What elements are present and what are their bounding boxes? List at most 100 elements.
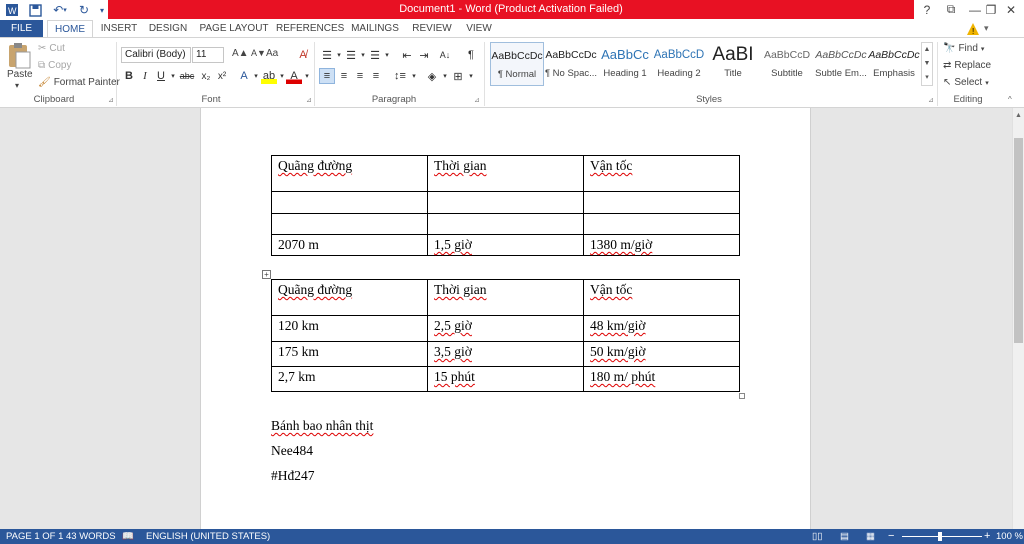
web-layout-icon[interactable]: ▦: [866, 529, 875, 544]
warning-icon[interactable]: !: [966, 22, 980, 36]
paste-icon[interactable]: [6, 42, 34, 70]
zoom-level[interactable]: 100 %: [996, 529, 1023, 544]
scroll-up-icon[interactable]: ▲: [1015, 112, 1022, 119]
table-cell[interactable]: 2,7 km: [271, 366, 428, 392]
table-cell[interactable]: 1,5 giờ: [427, 234, 584, 256]
paragraph-dialog-launcher-icon[interactable]: ⊿: [474, 96, 480, 104]
table-cell[interactable]: Quãng đường: [271, 279, 428, 316]
align-left-icon[interactable]: ≡: [319, 68, 335, 84]
strikethrough-icon[interactable]: abc: [179, 68, 195, 84]
table-move-handle-icon[interactable]: +: [262, 270, 271, 279]
table-1[interactable]: Quãng đường Thời gian Vận tốc 2070 m 1,5…: [271, 155, 740, 256]
style-no-spacing[interactable]: AaBbCcDc ¶ No Spac...: [544, 42, 598, 86]
table-cell[interactable]: Vận tốc: [583, 279, 740, 316]
font-name-combo[interactable]: Calibri (Body): [121, 47, 191, 63]
table-cell[interactable]: 2070 m: [271, 234, 428, 256]
tab-view[interactable]: VIEW: [462, 20, 496, 38]
line-spacing-dropdown-icon[interactable]: ▾: [406, 68, 422, 84]
multilevel-dropdown-icon[interactable]: ▾: [379, 47, 395, 63]
zoom-in-icon[interactable]: +: [984, 529, 990, 544]
style-heading-2[interactable]: AaBbCcD Heading 2: [652, 42, 706, 86]
style-title[interactable]: AaBI Title: [706, 42, 760, 86]
table-cell[interactable]: 50 km/giờ: [583, 341, 740, 367]
document-workspace[interactable]: Quãng đường Thời gian Vận tốc 2070 m 1,5…: [0, 108, 1012, 529]
change-case-button[interactable]: Aa: [266, 48, 278, 59]
increase-indent-icon[interactable]: ⇥: [416, 47, 432, 63]
table-cell[interactable]: Vận tốc: [583, 155, 740, 192]
table-cell[interactable]: 2,5 giờ: [427, 315, 584, 342]
collapse-ribbon-icon[interactable]: ^: [1008, 95, 1012, 104]
close-button[interactable]: ✕: [1000, 0, 1022, 19]
table-cell[interactable]: [271, 191, 428, 214]
shrink-font-button[interactable]: A▼: [251, 48, 266, 58]
table-cell[interactable]: [427, 191, 584, 214]
table-cell[interactable]: Quãng đường: [271, 155, 428, 192]
format-painter-button[interactable]: 🖌 Format Painter: [38, 77, 120, 88]
table-cell[interactable]: Thời gian: [427, 155, 584, 192]
chevron-down-icon[interactable]: ▾: [984, 23, 989, 34]
paste-dropdown-icon[interactable]: ▾: [15, 81, 19, 90]
show-formatting-marks-icon[interactable]: ¶: [463, 47, 479, 63]
table-cell[interactable]: [271, 213, 428, 235]
grow-font-button[interactable]: A▲: [232, 48, 249, 59]
help-button[interactable]: ?: [916, 0, 938, 19]
tab-page-layout[interactable]: PAGE LAYOUT: [198, 20, 270, 38]
customize-qat-icon[interactable]: ▾: [97, 2, 107, 18]
styles-dialog-launcher-icon[interactable]: ⊿: [928, 96, 934, 104]
table-cell[interactable]: 1380 m/giờ: [583, 234, 740, 256]
tab-review[interactable]: REVIEW: [410, 20, 454, 38]
language-status[interactable]: ENGLISH (UNITED STATES): [146, 529, 270, 544]
vertical-scrollbar[interactable]: ▲: [1012, 108, 1024, 529]
redo-icon[interactable]: ↻: [77, 2, 91, 18]
table-cell[interactable]: 48 km/giờ: [583, 315, 740, 342]
zoom-slider[interactable]: [902, 536, 982, 537]
style-normal[interactable]: AaBbCcDc ¶ Normal: [490, 42, 544, 86]
table-cell[interactable]: 15 phút: [427, 366, 584, 392]
font-color-dropdown-icon[interactable]: ▾: [299, 68, 315, 84]
style-heading-1[interactable]: AaBbCc Heading 1: [598, 42, 652, 86]
justify-icon[interactable]: ≡: [368, 68, 384, 84]
table-cell[interactable]: [583, 213, 740, 235]
table-cell[interactable]: [583, 191, 740, 214]
italic-icon[interactable]: I: [137, 68, 153, 84]
align-right-icon[interactable]: ≡: [352, 68, 368, 84]
decrease-indent-icon[interactable]: ⇤: [399, 47, 415, 63]
borders-dropdown-icon[interactable]: ▾: [463, 68, 479, 84]
proofing-icon[interactable]: 📖: [122, 529, 134, 544]
restore-button[interactable]: ❐: [980, 0, 1002, 19]
style-subtitle[interactable]: AaBbCcD Subtitle: [760, 42, 814, 86]
undo-icon[interactable]: ↶ ▾: [49, 2, 71, 18]
select-button[interactable]: ↖ Select ▾: [943, 77, 989, 88]
zoom-out-icon[interactable]: −: [888, 529, 894, 544]
paragraph[interactable]: #Hđ247: [271, 468, 315, 484]
page-count[interactable]: PAGE 1 OF 1: [6, 529, 63, 544]
paste-button[interactable]: Paste: [7, 69, 33, 80]
table-cell[interactable]: [427, 213, 584, 235]
superscript-icon[interactable]: x²: [214, 68, 230, 84]
styles-gallery-scroll[interactable]: ▲ ▼ ▾: [921, 42, 933, 86]
dialog-launcher-icon[interactable]: ⊿: [108, 96, 114, 104]
table-cell[interactable]: 180 m/ phút: [583, 366, 740, 392]
tab-mailings[interactable]: MAILINGS: [348, 20, 402, 38]
replace-button[interactable]: ⇄ Replace: [943, 60, 991, 71]
cut-button[interactable]: ✂ Cut: [38, 43, 65, 54]
paragraph[interactable]: Nee484: [271, 443, 313, 459]
table-cell[interactable]: 120 km: [271, 315, 428, 342]
paragraph[interactable]: Bánh bao nhân thịt: [271, 418, 373, 434]
table-resize-handle[interactable]: [739, 393, 745, 399]
tab-insert[interactable]: INSERT: [98, 20, 140, 38]
subscript-icon[interactable]: x₂: [198, 68, 214, 84]
scrollbar-thumb[interactable]: [1014, 138, 1023, 343]
word-count[interactable]: 43 WORDS: [66, 529, 116, 544]
tab-references[interactable]: REFERENCES: [276, 20, 344, 38]
tab-design[interactable]: DESIGN: [146, 20, 190, 38]
zoom-slider-thumb[interactable]: [938, 532, 942, 541]
word-logo-icon[interactable]: W: [4, 2, 20, 18]
table-cell[interactable]: 175 km: [271, 341, 428, 367]
align-center-icon[interactable]: ≡: [336, 68, 352, 84]
document-page[interactable]: Quãng đường Thời gian Vận tốc 2070 m 1,5…: [200, 108, 811, 529]
table-cell[interactable]: 3,5 giờ: [427, 341, 584, 367]
sort-icon[interactable]: A↓: [437, 47, 453, 63]
font-size-combo[interactable]: 11: [192, 47, 224, 63]
table-cell[interactable]: Thời gian: [427, 279, 584, 316]
